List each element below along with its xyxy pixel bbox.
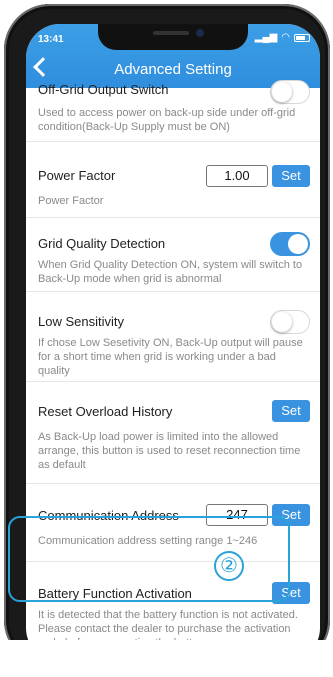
status-icons: ▂▄▆ ◠ xyxy=(255,32,310,43)
signal-bars-icon: ▂▄▆ xyxy=(254,32,278,43)
setting-offgrid-output: Off-Grid Output Switch Used to access po… xyxy=(26,80,320,142)
setting-grid-quality: Grid Quality Detection When Grid Quality… xyxy=(26,218,320,292)
battery-icon xyxy=(294,33,310,42)
setting-description: If chose Low Sesetivity ON, Back-Up outp… xyxy=(38,337,303,377)
setting-label: Power Factor xyxy=(38,168,116,183)
status-time: 13:41 xyxy=(38,34,64,45)
annotation-step-marker: ② xyxy=(214,551,244,581)
reset-overload-set-button[interactable]: Set xyxy=(272,400,310,422)
bottom-frame xyxy=(0,640,333,677)
offgrid-toggle[interactable] xyxy=(270,80,310,104)
wifi-icon: ◠ xyxy=(281,32,290,43)
toggle-knob xyxy=(272,312,292,332)
power-factor-input[interactable]: 1.00 xyxy=(206,165,268,187)
low-sensitivity-toggle[interactable] xyxy=(270,310,310,334)
setting-label: Grid Quality Detection xyxy=(38,236,166,251)
speaker xyxy=(153,31,189,35)
toggle-knob xyxy=(272,82,292,102)
setting-label: Low Sensitivity xyxy=(38,314,124,329)
front-camera xyxy=(196,29,204,37)
setting-description: Used to access power on back-up side und… xyxy=(38,107,296,133)
setting-label: Reset Overload History xyxy=(38,404,173,419)
power-factor-set-button[interactable]: Set xyxy=(272,165,310,187)
setting-description: Power Factor xyxy=(38,195,104,207)
setting-description: When Grid Quality Detection ON, system w… xyxy=(38,259,303,285)
setting-label: Off-Grid Output Switch xyxy=(38,82,169,97)
toggle-knob xyxy=(288,234,308,254)
page-title: Advanced Setting xyxy=(114,61,232,78)
phone-notch xyxy=(98,24,248,50)
setting-description: As Back-Up load power is limited into th… xyxy=(38,431,301,471)
setting-low-sensitivity: Low Sensitivity If chose Low Sesetivity … xyxy=(26,292,320,382)
setting-power-factor: Power Factor 1.00 Set Power Factor xyxy=(26,142,320,218)
grid-quality-toggle[interactable] xyxy=(270,232,310,256)
annotation-highlight-box xyxy=(8,516,290,602)
setting-reset-overload: Reset Overload History Set As Back-Up lo… xyxy=(26,382,320,484)
